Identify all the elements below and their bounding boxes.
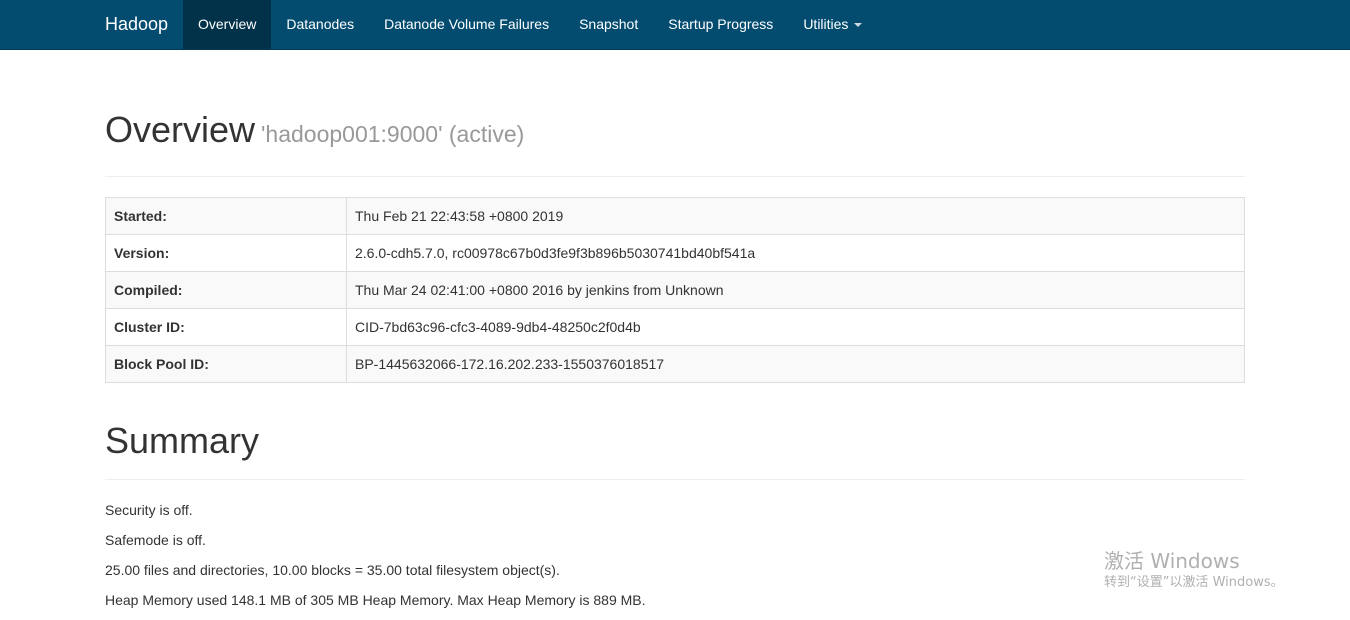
nav-item-utilities-label: Utilities	[803, 16, 849, 32]
summary-title: Summary	[105, 420, 260, 461]
overview-header: Overview'hadoop001:9000' (active)	[105, 108, 1245, 177]
overview-table: Started: Thu Feb 21 22:43:58 +0800 2019 …	[105, 197, 1245, 383]
main-content: Overview'hadoop001:9000' (active) Starte…	[105, 50, 1245, 620]
summary-filesystem-objects: 25.00 files and directories, 10.00 block…	[105, 562, 560, 578]
table-row: Compiled: Thu Mar 24 02:41:00 +0800 2016…	[105, 271, 1245, 309]
row-label-block-pool-id: Block Pool ID:	[105, 345, 347, 383]
overview-title: Overview	[105, 109, 256, 150]
namenode-address: 'hadoop001:9000' (active)	[261, 121, 525, 147]
table-row: Block Pool ID: BP-1445632066-172.16.202.…	[105, 345, 1245, 383]
row-value-version: 2.6.0-cdh5.7.0, rc00978c67b0d3fe9f3b896b…	[346, 234, 1245, 272]
row-value-block-pool-id: BP-1445632066-172.16.202.233-15503760185…	[346, 345, 1245, 383]
caret-down-icon	[854, 23, 863, 28]
page-title: Overview'hadoop001:9000' (active)	[105, 108, 1245, 156]
summary-lines: Security is off. Safemode is off. 25.00 …	[105, 500, 1245, 610]
nav-item-overview[interactable]: Overview	[183, 0, 272, 49]
table-row: Version: 2.6.0-cdh5.7.0, rc00978c67b0d3f…	[105, 234, 1245, 272]
summary-safemode: Safemode is off.	[105, 532, 206, 548]
table-row: Cluster ID: CID-7bd63c96-cfc3-4089-9db4-…	[105, 308, 1245, 346]
row-value-started: Thu Feb 21 22:43:58 +0800 2019	[346, 197, 1245, 235]
summary-heap-memory: Heap Memory used 148.1 MB of 305 MB Heap…	[105, 592, 646, 608]
row-label-cluster-id: Cluster ID:	[105, 308, 347, 346]
nav-item-datanode-volume-failures[interactable]: Datanode Volume Failures	[369, 0, 564, 49]
row-label-compiled: Compiled:	[105, 271, 347, 309]
row-value-cluster-id: CID-7bd63c96-cfc3-4089-9db4-48250c2f0d4b	[346, 308, 1245, 346]
summary-header: Summary	[105, 419, 1245, 480]
top-navbar: Hadoop Overview Datanodes Datanode Volum…	[0, 0, 1350, 50]
nav-item-startup-progress[interactable]: Startup Progress	[653, 0, 788, 49]
nav-item-snapshot[interactable]: Snapshot	[564, 0, 653, 49]
brand-link[interactable]: Hadoop	[105, 0, 168, 49]
nav-item-utilities[interactable]: Utilities	[788, 0, 877, 49]
summary-security: Security is off.	[105, 502, 193, 518]
nav-item-datanodes[interactable]: Datanodes	[271, 0, 369, 49]
row-label-started: Started:	[105, 197, 347, 235]
row-label-version: Version:	[105, 234, 347, 272]
nav-menu: Overview Datanodes Datanode Volume Failu…	[183, 0, 877, 49]
table-row: Started: Thu Feb 21 22:43:58 +0800 2019	[105, 197, 1245, 235]
row-value-compiled: Thu Mar 24 02:41:00 +0800 2016 by jenkin…	[346, 271, 1245, 309]
